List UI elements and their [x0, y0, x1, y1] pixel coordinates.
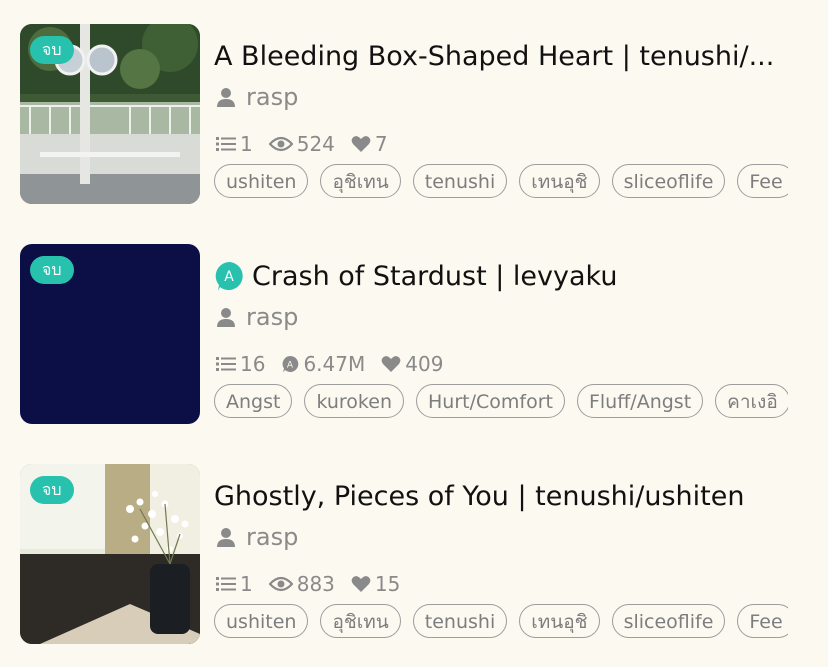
list-icon: [216, 137, 236, 151]
story-stats: 1 524 7: [216, 130, 404, 158]
heart-icon: [351, 576, 371, 592]
tag-chip[interactable]: อุชิเทน: [320, 604, 401, 638]
author-name[interactable]: rasp: [246, 83, 298, 111]
author-row[interactable]: rasp: [216, 301, 298, 333]
view-count: 524: [268, 132, 335, 156]
story-cover[interactable]: จบ: [20, 244, 200, 424]
tag-list: ushiten อุชิเทน tenushi เทนอุชิ sliceoflife F…: [214, 164, 788, 200]
story-title-row[interactable]: A Crash of Stardust | levyaku: [214, 256, 814, 296]
tag-chip[interactable]: sliceoflife: [611, 164, 726, 198]
author-row[interactable]: rasp: [216, 521, 298, 553]
eye-icon: [268, 576, 293, 592]
chapter-count-value: 1: [240, 572, 253, 596]
person-icon: [217, 528, 235, 547]
story-cover[interactable]: จบ: [20, 24, 200, 204]
tag-chip[interactable]: อุชิเทน: [320, 164, 401, 198]
person-icon: [217, 308, 235, 327]
tag-chip[interactable]: ushiten: [214, 604, 309, 638]
story-card[interactable]: จบ Ghostly, Pieces of You | tenushi/ushi…: [0, 464, 828, 644]
completed-badge: จบ: [30, 256, 74, 284]
story-title[interactable]: Crash of Stardust | levyaku: [252, 261, 617, 292]
tag-list: Angst kuroken Hurt/Comfort Fluff/Angst คาเงอ…: [214, 384, 788, 420]
ai-chat-icon: A: [215, 262, 243, 291]
like-count: 7: [351, 132, 388, 156]
tag-chip[interactable]: Hurt/Comfort: [416, 384, 565, 418]
like-count-value: 15: [374, 572, 401, 596]
story-title-row[interactable]: A Bleeding Box-Shaped Heart | tenushi/..…: [214, 36, 814, 76]
chapter-count-value: 16: [240, 352, 266, 376]
like-count-value: 7: [374, 132, 388, 156]
story-title[interactable]: A Bleeding Box-Shaped Heart | tenushi/..…: [214, 41, 774, 72]
author-name[interactable]: rasp: [246, 523, 298, 551]
tag-chip[interactable]: เทนอุชิ: [519, 604, 600, 638]
tag-chip[interactable]: Fluff/Angst: [576, 384, 704, 418]
view-count-value: 883: [296, 572, 335, 596]
tag-chip[interactable]: Fee: [737, 164, 788, 198]
chapter-count: 1: [216, 132, 253, 156]
tag-chip[interactable]: kuroken: [304, 384, 404, 418]
tag-list: ushiten อุชิเทน tenushi เทนอุชิ sliceoflife F…: [214, 604, 788, 640]
heart-icon: [351, 136, 371, 152]
like-count: 409: [381, 352, 443, 376]
author-name[interactable]: rasp: [246, 303, 298, 331]
story-title-row[interactable]: Ghostly, Pieces of You | tenushi/ushiten: [214, 476, 814, 516]
like-count-value: 409: [405, 352, 444, 376]
story-card[interactable]: จบ A Bleeding Box-Shaped Heart | tenushi…: [0, 24, 828, 204]
view-count-value: 524: [296, 132, 335, 156]
like-count: 15: [351, 572, 400, 596]
story-cover[interactable]: จบ: [20, 464, 200, 644]
heart-icon: [381, 356, 401, 372]
list-icon: [216, 357, 236, 371]
eye-icon: [268, 136, 293, 152]
ai-icon-letter: A: [224, 269, 234, 285]
tag-chip[interactable]: tenushi: [412, 604, 508, 638]
tag-chip[interactable]: tenushi: [412, 164, 508, 198]
story-stats: 1 883 15: [216, 570, 416, 598]
chapter-count-value: 1: [240, 132, 253, 156]
tag-chip[interactable]: คาเงอิ: [715, 384, 788, 418]
view-count: 883: [268, 572, 335, 596]
story-stats: 16 A 6.47M 409: [216, 350, 459, 378]
author-row[interactable]: rasp: [216, 81, 298, 113]
story-card[interactable]: จบ A Crash of Stardust | levyaku rasp 16: [0, 244, 828, 424]
chapter-count: 16: [216, 352, 265, 376]
chapter-count: 1: [216, 572, 253, 596]
view-count: A 6.47M: [281, 352, 365, 376]
views-icon-letter: A: [287, 361, 294, 371]
person-icon: [217, 88, 235, 107]
tag-chip[interactable]: เทนอุชิ: [519, 164, 600, 198]
completed-badge: จบ: [30, 36, 74, 64]
ai-views-icon: A: [283, 355, 299, 373]
view-count-value: 6.47M: [303, 352, 366, 376]
tag-chip[interactable]: ushiten: [214, 164, 309, 198]
tag-chip[interactable]: Fee: [737, 604, 788, 638]
tag-chip[interactable]: sliceoflife: [611, 604, 726, 638]
completed-badge: จบ: [30, 476, 74, 504]
tag-chip[interactable]: Angst: [214, 384, 293, 418]
list-icon: [216, 577, 236, 591]
story-title[interactable]: Ghostly, Pieces of You | tenushi/ushiten: [214, 481, 744, 512]
